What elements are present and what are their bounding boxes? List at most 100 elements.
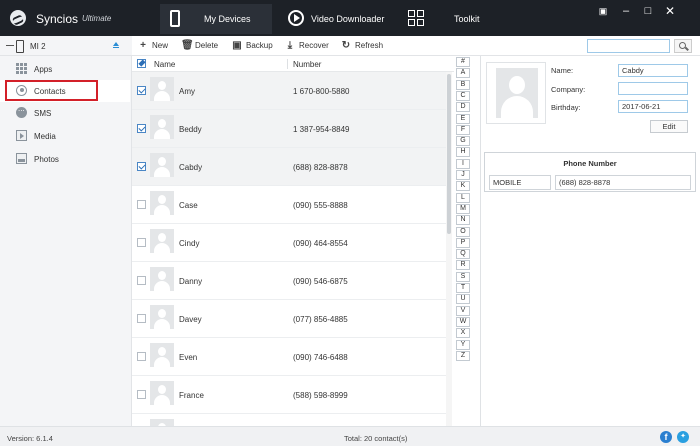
menu-icon[interactable]: ▣ [597,5,609,17]
contact-name: Cindy [179,239,200,248]
backup-icon: ▣ [232,40,242,51]
twitter-icon[interactable]: ✦ [677,431,689,443]
column-header-number[interactable]: Number [293,60,321,69]
row-checkbox[interactable] [137,314,146,323]
alphabet-letter[interactable]: L [456,192,470,203]
version-text: Version: 6.1.4 [7,434,53,443]
alphabet-letter[interactable]: F [456,124,470,135]
company-field[interactable] [618,82,688,95]
alphabet-letter[interactable]: U [456,294,470,305]
eject-icon[interactable] [113,42,119,48]
alphabet-letter[interactable]: S [456,271,470,282]
contact-name: Davey [179,315,202,324]
alphabet-letter[interactable]: R [456,260,470,271]
contact-list: Name Number Amy 1 670-800-5880 Beddy 1 3… [132,56,454,426]
scrollbar-thumb[interactable] [447,74,451,234]
alphabet-letter[interactable]: K [456,181,470,192]
table-row[interactable]: Beddy 1 387-954-8849 [132,110,446,148]
alphabet-letter[interactable]: N [456,215,470,226]
select-all-checkbox[interactable] [137,59,146,68]
contact-name: France [179,391,204,400]
alphabet-letter[interactable]: X [456,328,470,339]
row-checkbox[interactable] [137,352,146,361]
phone-number-table: Phone Number MOBILE (688) 828-8878 [484,152,696,192]
alphabet-letter[interactable]: A [456,68,470,79]
alphabet-letter[interactable]: J [456,170,470,180]
column-header-name[interactable]: Name [154,60,175,69]
toolbar: + New 🗑 Delete ▣ Backup ⤓ Recover ↻ Refr… [132,36,700,56]
row-checkbox[interactable] [137,390,146,399]
table-row[interactable]: Amy 1 670-800-5880 [132,72,446,110]
alphabet-letter[interactable]: G [456,136,470,147]
row-checkbox[interactable] [137,200,146,209]
name-label: Name: [551,66,574,75]
table-row[interactable]: France (588) 598-8999 [132,376,446,414]
search-icon[interactable] [674,39,692,53]
row-checkbox[interactable] [137,238,146,247]
alphabet-letter[interactable]: W [456,316,470,327]
alphabet-letter[interactable]: O [456,226,470,237]
minimize-icon[interactable]: – [620,5,632,17]
collapse-arrow-icon[interactable] [124,88,129,98]
alphabet-letter[interactable]: E [456,113,470,124]
facebook-icon[interactable]: f [660,431,672,443]
alphabet-letter[interactable]: V [456,305,470,316]
alphabet-letter[interactable]: B [456,79,470,90]
row-checkbox[interactable] [137,86,146,95]
avatar [150,419,174,426]
alphabet-letter[interactable]: Z [456,350,470,361]
maximize-icon[interactable]: □ [642,5,654,17]
table-row[interactable]: Cabdy (688) 828-8878 [132,148,446,186]
table-row[interactable]: Cindy (090) 464-8554 [132,224,446,262]
birthday-field[interactable] [618,100,688,113]
alphabet-letter[interactable]: I [456,158,470,169]
avatar [150,381,174,405]
sms-icon [16,104,27,118]
sidebar-item-apps[interactable]: Apps [0,58,130,80]
contact-number: (588) 598-8999 [293,391,348,400]
column-divider [287,59,288,69]
search-input[interactable] [587,39,670,53]
refresh-label: Refresh [355,41,384,50]
photos-icon [16,153,27,164]
title-bar: Syncios Ultimate My Devices Video Downlo… [0,0,700,36]
row-checkbox[interactable] [137,276,146,285]
alphabet-letter[interactable]: # [456,57,470,67]
list-scrollbar[interactable] [446,72,452,426]
alphabet-letter[interactable]: M [456,203,470,214]
syncios-logo-icon [10,10,26,26]
table-row[interactable]: Davey (077) 856-4885 [132,300,446,338]
alphabet-letter[interactable]: H [456,147,470,158]
close-icon[interactable]: ✕ [664,5,676,17]
table-row[interactable]: Danny (090) 546-6875 [132,262,446,300]
contact-number: (090) 464-8554 [293,239,348,248]
alphabet-letter[interactable]: D [456,102,470,113]
sidebar-item-media[interactable]: Media [0,125,130,147]
tab-toolkit[interactable]: Toolkit [404,4,494,34]
device-selector[interactable]: MI 2 [0,36,132,56]
alphabet-letter[interactable]: Q [456,249,470,260]
alphabet-letter[interactable]: Y [456,339,470,350]
tab-video-downloader[interactable]: Video Downloader [282,4,392,34]
table-row[interactable]: Even (090) 746-6488 [132,338,446,376]
contact-name: Danny [179,277,203,286]
phone-value-cell[interactable]: (688) 828-8878 [555,175,691,190]
name-field[interactable] [618,64,688,77]
contact-number: 1 387-954-8849 [293,125,350,134]
device-icon [6,40,26,53]
row-checkbox[interactable] [137,124,146,133]
sidebar-item-photos[interactable]: Photos [0,148,130,170]
edit-button[interactable]: Edit [650,120,688,133]
avatar [150,77,174,101]
tab-my-devices[interactable]: My Devices [160,4,272,34]
alphabet-letter[interactable]: C [456,90,470,101]
sidebar-item-sms[interactable]: SMS [0,102,130,124]
alphabet-letter[interactable]: T [456,283,470,293]
avatar [150,267,174,291]
contact-photo[interactable] [486,62,546,124]
alphabet-letter[interactable]: P [456,237,470,248]
row-checkbox[interactable] [137,162,146,171]
table-row[interactable] [132,414,446,426]
table-row[interactable]: Case (090) 555-8888 [132,186,446,224]
phone-type-cell[interactable]: MOBILE [489,175,551,190]
